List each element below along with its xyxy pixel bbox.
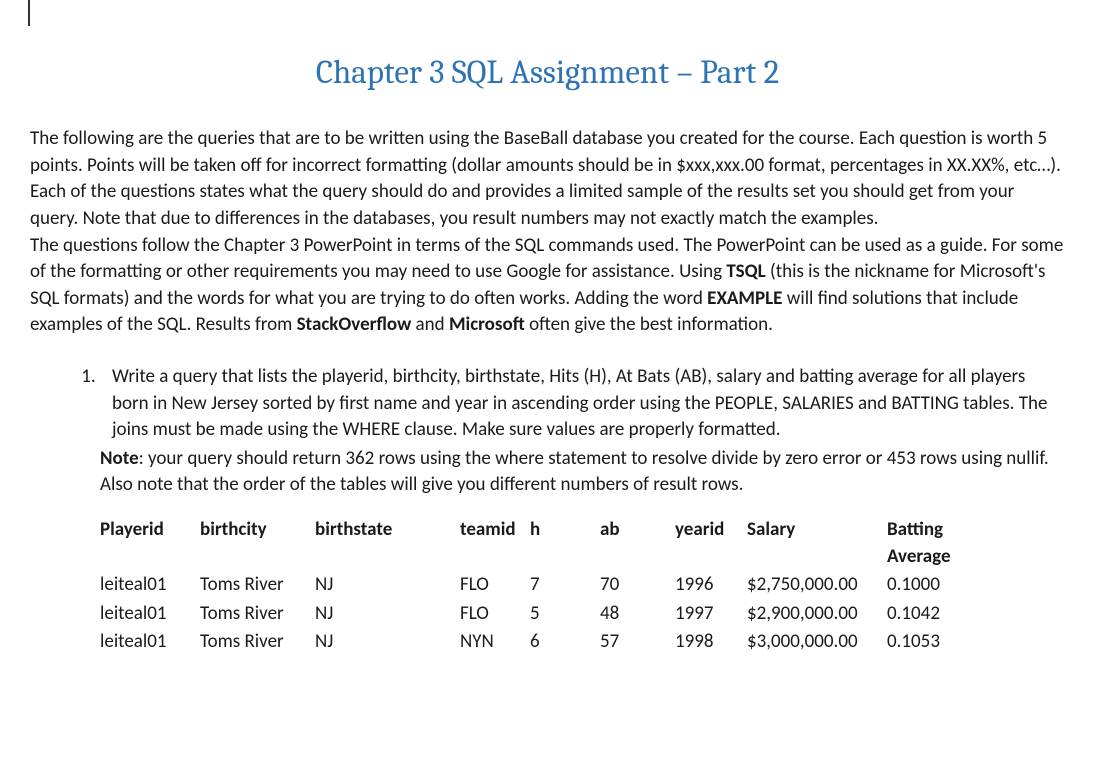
results-table: Playerid birthcity birthstate teamid h a… bbox=[100, 517, 987, 658]
cell: 5 bbox=[530, 601, 600, 630]
col-birthcity: birthcity bbox=[200, 517, 315, 572]
question-1-text: Write a query that lists the playerid, b… bbox=[112, 365, 1047, 441]
note-text: : your query should return 362 rows usin… bbox=[100, 447, 1049, 497]
cell: 57 bbox=[600, 629, 675, 658]
cell: 6 bbox=[530, 629, 600, 658]
microsoft-keyword: Microsoft bbox=[449, 313, 525, 336]
intro-paragraph: The following are the queries that are t… bbox=[30, 126, 1065, 339]
cell: 70 bbox=[600, 572, 675, 601]
cell: 0.1042 bbox=[887, 601, 987, 630]
col-birthstate: birthstate bbox=[315, 517, 460, 572]
note-block: Note: your query should return 362 rows … bbox=[100, 446, 1065, 499]
question-1: Write a query that lists the playerid, b… bbox=[100, 364, 1065, 444]
cell: leiteal01 bbox=[100, 629, 200, 658]
col-ab: ab bbox=[600, 517, 675, 572]
table-row: leiteal01 Toms River NJ FLO 7 70 1996 $2… bbox=[100, 572, 987, 601]
cell: 0.1053 bbox=[887, 629, 987, 658]
cell: Toms River bbox=[200, 601, 315, 630]
intro-text-1: The following are the queries that are t… bbox=[30, 127, 1061, 230]
cell: 1996 bbox=[675, 572, 747, 601]
cell: Toms River bbox=[200, 629, 315, 658]
note-label: Note bbox=[100, 447, 139, 470]
cell: $2,900,000.00 bbox=[747, 601, 887, 630]
cell: NJ bbox=[315, 572, 460, 601]
cell: $3,000,000.00 bbox=[747, 629, 887, 658]
cell: leiteal01 bbox=[100, 572, 200, 601]
cell: NJ bbox=[315, 629, 460, 658]
cell: 1997 bbox=[675, 601, 747, 630]
col-batting: Batting Average bbox=[887, 517, 987, 572]
cell: NJ bbox=[315, 601, 460, 630]
cell: 48 bbox=[600, 601, 675, 630]
cell: NYN bbox=[460, 629, 530, 658]
table-row: leiteal01 Toms River NJ FLO 5 48 1997 $2… bbox=[100, 601, 987, 630]
col-salary: Salary bbox=[747, 517, 887, 572]
table-header-row: Playerid birthcity birthstate teamid h a… bbox=[100, 517, 987, 572]
col-teamid: teamid bbox=[460, 517, 530, 572]
intro-text-2d: often give the best information. bbox=[525, 313, 773, 336]
cell: FLO bbox=[460, 601, 530, 630]
cell: 0.1000 bbox=[887, 572, 987, 601]
cell: $2,750,000.00 bbox=[747, 572, 887, 601]
col-h: h bbox=[530, 517, 600, 572]
cell: leiteal01 bbox=[100, 601, 200, 630]
col-playerid: Playerid bbox=[100, 517, 200, 572]
col-yearid: yearid bbox=[675, 517, 747, 572]
text-cursor bbox=[28, 0, 30, 26]
example-keyword: EXAMPLE bbox=[707, 287, 782, 310]
page-title: Chapter 3 SQL Assignment – Part 2 bbox=[30, 50, 1065, 96]
cell: Toms River bbox=[200, 572, 315, 601]
table-row: leiteal01 Toms River NJ NYN 6 57 1998 $3… bbox=[100, 629, 987, 658]
and-text: and bbox=[411, 313, 449, 336]
cell: 1998 bbox=[675, 629, 747, 658]
tsql-keyword: TSQL bbox=[726, 260, 765, 283]
question-list: Write a query that lists the playerid, b… bbox=[30, 364, 1065, 444]
stackoverflow-keyword: StackOverflow bbox=[297, 313, 412, 336]
cell: 7 bbox=[530, 572, 600, 601]
cell: FLO bbox=[460, 572, 530, 601]
